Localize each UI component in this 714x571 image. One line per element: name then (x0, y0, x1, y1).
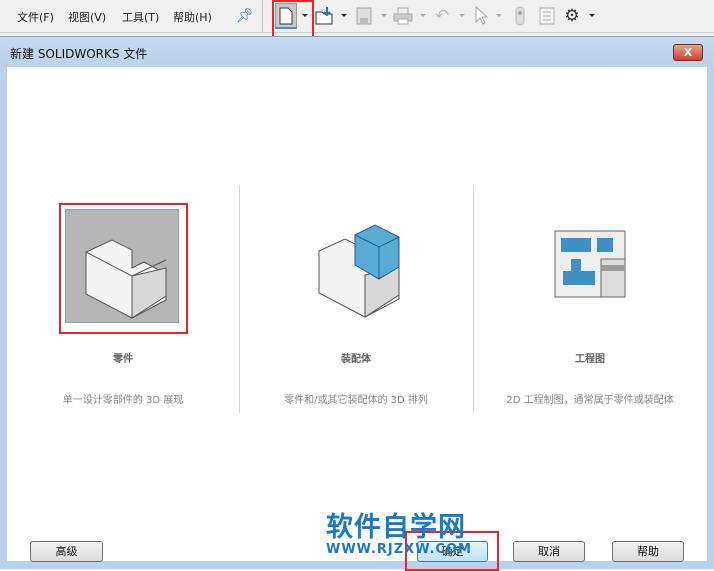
advanced-button[interactable]: 高级 (30, 541, 103, 562)
drawing-thumbnail (532, 209, 646, 323)
card-title: 零件 (113, 354, 133, 365)
select-button[interactable] (473, 5, 489, 27)
save-button[interactable] (354, 5, 374, 27)
assembly-thumbnail (298, 209, 412, 323)
menu-view[interactable]: 视图(V) (68, 9, 106, 25)
print-button[interactable] (392, 5, 414, 27)
card-part[interactable]: 零件 单一设计零部件的 3D 展现 (7, 155, 239, 406)
gear-dropdown-icon[interactable] (589, 14, 595, 17)
watermark-url: WWW.RJZXW.COM (326, 542, 472, 557)
help-button[interactable]: 帮助 (612, 541, 684, 562)
new-file-dialog: 新建 SOLIDWORKS 文件 X 零件 单一设计零部件的 3D 展现 装配体… (0, 36, 714, 571)
select-icon (475, 6, 488, 25)
undo-dropdown-icon (459, 14, 465, 17)
menu-file[interactable]: 文件(F) (17, 9, 54, 25)
select-dropdown-icon (496, 14, 502, 17)
rebuild-button[interactable] (513, 5, 527, 27)
part-icon (85, 239, 167, 319)
pin-icon[interactable]: 📌︎ (236, 8, 254, 24)
toolbar: 文件(F) 视图(V) 工具(T) 帮助(H) 📌︎ ↶ ⚙ (0, 0, 714, 40)
gear-icon[interactable]: ⚙ (562, 5, 582, 27)
close-button[interactable]: X (673, 44, 703, 61)
part-thumbnail (65, 209, 179, 323)
dialog-title: 新建 SOLIDWORKS 文件 (10, 47, 148, 61)
open-icon (315, 7, 333, 25)
card-drawing[interactable]: 工程图 2D 工程制图，通常属于零件或装配体 (474, 155, 706, 406)
open-button[interactable] (313, 5, 337, 27)
menu-help[interactable]: 帮助(H) (173, 9, 212, 25)
dialog-content: 零件 单一设计零部件的 3D 展现 装配体 零件和/或其它装配体的 3D 排列 … (7, 67, 707, 571)
save-dropdown-icon (381, 14, 387, 17)
divider (262, 0, 263, 33)
drawing-icon (554, 230, 626, 298)
cancel-button[interactable]: 取消 (513, 541, 585, 562)
assembly-icon (318, 224, 400, 318)
open-dropdown-icon[interactable] (341, 14, 347, 17)
menu-tools[interactable]: 工具(T) (122, 9, 159, 25)
card-description: 单一设计零部件的 3D 展现 (62, 395, 184, 406)
watermark-title: 软件自学网 (326, 512, 466, 543)
highlight-box (272, 0, 314, 40)
watermark: 软件自学网 WWW.RJZXW.COM (326, 513, 472, 557)
card-description: 2D 工程制图，通常属于零件或装配体 (506, 395, 674, 406)
options-list-icon (539, 7, 555, 25)
save-icon (356, 7, 372, 25)
print-icon (393, 7, 413, 25)
print-dropdown-icon (420, 14, 426, 17)
card-assembly[interactable]: 装配体 零件和/或其它装配体的 3D 排列 (240, 155, 472, 406)
options-list-button[interactable] (537, 5, 557, 27)
undo-icon[interactable]: ↶ (431, 5, 453, 27)
card-title: 装配体 (341, 354, 371, 365)
rebuild-icon (515, 6, 525, 26)
card-description: 零件和/或其它装配体的 3D 排列 (284, 395, 428, 406)
card-title: 工程图 (575, 354, 605, 365)
